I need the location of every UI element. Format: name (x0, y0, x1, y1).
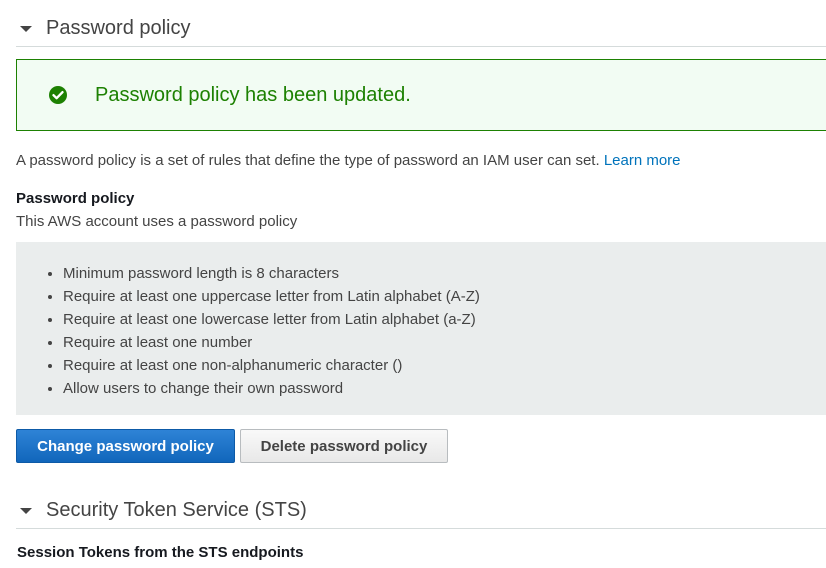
section-title: Security Token Service (STS) (46, 498, 307, 521)
description-text: A password policy is a set of rules that… (16, 152, 600, 169)
policy-rule: Allow users to change their own password (63, 377, 826, 400)
check-circle-icon (49, 86, 67, 104)
success-alert: Password policy has been updated. (16, 59, 826, 131)
policy-rule: Minimum password length is 8 characters (63, 262, 826, 285)
alert-message: Password policy has been updated. (95, 83, 411, 106)
policy-rule: Require at least one lowercase letter fr… (63, 308, 826, 331)
delete-password-policy-button[interactable]: Delete password policy (240, 429, 448, 463)
password-policy-section-header[interactable]: Password policy (16, 10, 826, 47)
policy-rule: Require at least one uppercase letter fr… (63, 285, 826, 308)
policy-description: A password policy is a set of rules that… (16, 152, 681, 169)
policy-heading: Password policy (16, 190, 135, 207)
sts-section-header[interactable]: Security Token Service (STS) (16, 492, 826, 529)
change-password-policy-button[interactable]: Change password policy (16, 429, 235, 463)
caret-down-icon (20, 508, 32, 514)
policy-rule: Require at least one number (63, 331, 826, 354)
section-title: Password policy (46, 16, 191, 39)
policy-status: This AWS account uses a password policy (16, 213, 298, 230)
caret-down-icon (20, 26, 32, 32)
policy-rules-box: Minimum password length is 8 characters … (16, 242, 826, 415)
learn-more-link[interactable]: Learn more (604, 152, 681, 169)
iam-account-settings-page: Password policy Password policy has been… (0, 0, 826, 568)
sts-subheading: Session Tokens from the STS endpoints (17, 544, 304, 561)
policy-rule: Require at least one non-alphanumeric ch… (63, 354, 826, 377)
policy-rules-list: Minimum password length is 8 characters … (16, 242, 826, 400)
